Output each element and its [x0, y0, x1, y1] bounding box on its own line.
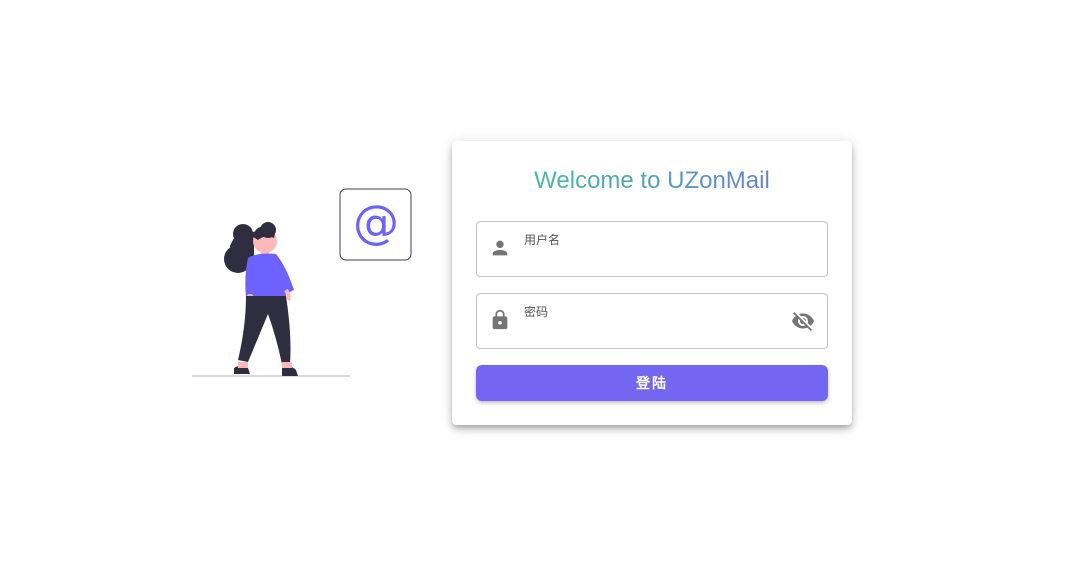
- at-sign-icon: @: [339, 188, 412, 261]
- username-label: 用户名: [524, 233, 561, 247]
- woman-figure: [224, 222, 298, 376]
- login-card: Welcome to UZonMail 用户名 密码 登陆: [452, 141, 852, 425]
- person-icon: [492, 240, 508, 256]
- login-button[interactable]: 登陆: [476, 365, 828, 401]
- woman-email-illustration: @: [192, 188, 412, 377]
- username-field[interactable]: 用户名: [476, 221, 828, 277]
- password-input[interactable]: [524, 320, 784, 340]
- lock-icon: [492, 309, 508, 330]
- username-input[interactable]: [524, 248, 784, 268]
- password-label: 密码: [524, 305, 549, 319]
- eye-off-icon[interactable]: [791, 309, 815, 333]
- password-field[interactable]: 密码: [476, 293, 828, 349]
- svg-text:@: @: [353, 195, 399, 249]
- login-page: @ Welcome to UZonMail 用户名 密码 登陆: [0, 0, 1074, 576]
- page-title: Welcome to UZonMail: [452, 166, 852, 196]
